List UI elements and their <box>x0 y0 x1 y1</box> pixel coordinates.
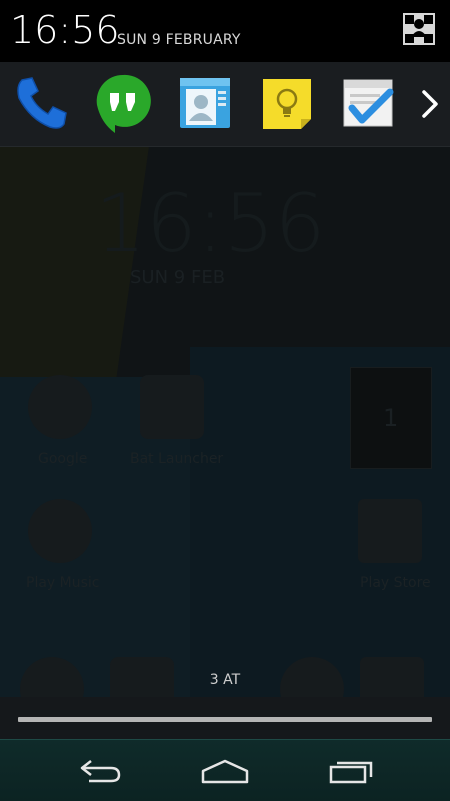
contacts-app[interactable] <box>174 72 236 134</box>
hangouts-icon <box>96 74 151 133</box>
phone-icon <box>17 77 67 129</box>
background-date: SUN 9 FEB <box>130 267 226 288</box>
widget-value: 1 <box>383 404 399 432</box>
google-app-icon <box>28 375 92 439</box>
keep-icon <box>263 79 311 129</box>
notification-count-text: 3 AT <box>209 672 241 688</box>
dimmed-launcher-background: 16:56 SUN 9 FEB Google Bat Launcher 1 Pl… <box>0 147 450 700</box>
keep-app[interactable] <box>256 72 318 134</box>
play-music-icon <box>28 499 92 563</box>
app-label: Google <box>38 451 88 467</box>
hangouts-app[interactable] <box>92 72 154 134</box>
home-icon <box>201 759 249 784</box>
chevron-right-icon[interactable] <box>418 86 442 122</box>
widget-card: 1 <box>350 367 432 469</box>
navigation-bar <box>0 739 450 801</box>
bat-launcher-icon <box>140 375 204 439</box>
recents-button[interactable] <box>324 754 378 788</box>
clock-date[interactable]: SUN 9 FEBRUARY <box>117 32 241 48</box>
contacts-icon <box>180 78 230 128</box>
back-button[interactable] <box>73 754 127 788</box>
app-label: Play Store <box>360 575 431 591</box>
play-store-icon <box>358 499 422 563</box>
background-clock: 16:56 <box>95 177 326 270</box>
notification-shade-header: 16:56 SUN 9 FEBRUARY <box>0 0 450 62</box>
clock-time: 16:56 <box>10 8 120 52</box>
phone-app[interactable] <box>10 72 72 134</box>
shade-drag-handle[interactable] <box>18 717 432 722</box>
recents-icon <box>329 761 373 784</box>
tasks-app[interactable] <box>338 72 400 134</box>
app-label: Bat Launcher <box>130 451 224 467</box>
app-label: Play Music <box>26 575 100 591</box>
app-shortcut-row <box>0 62 450 147</box>
home-button[interactable] <box>198 754 252 788</box>
user-grid-icon[interactable] <box>402 12 436 46</box>
back-icon <box>80 760 121 783</box>
tasks-icon <box>343 79 394 127</box>
